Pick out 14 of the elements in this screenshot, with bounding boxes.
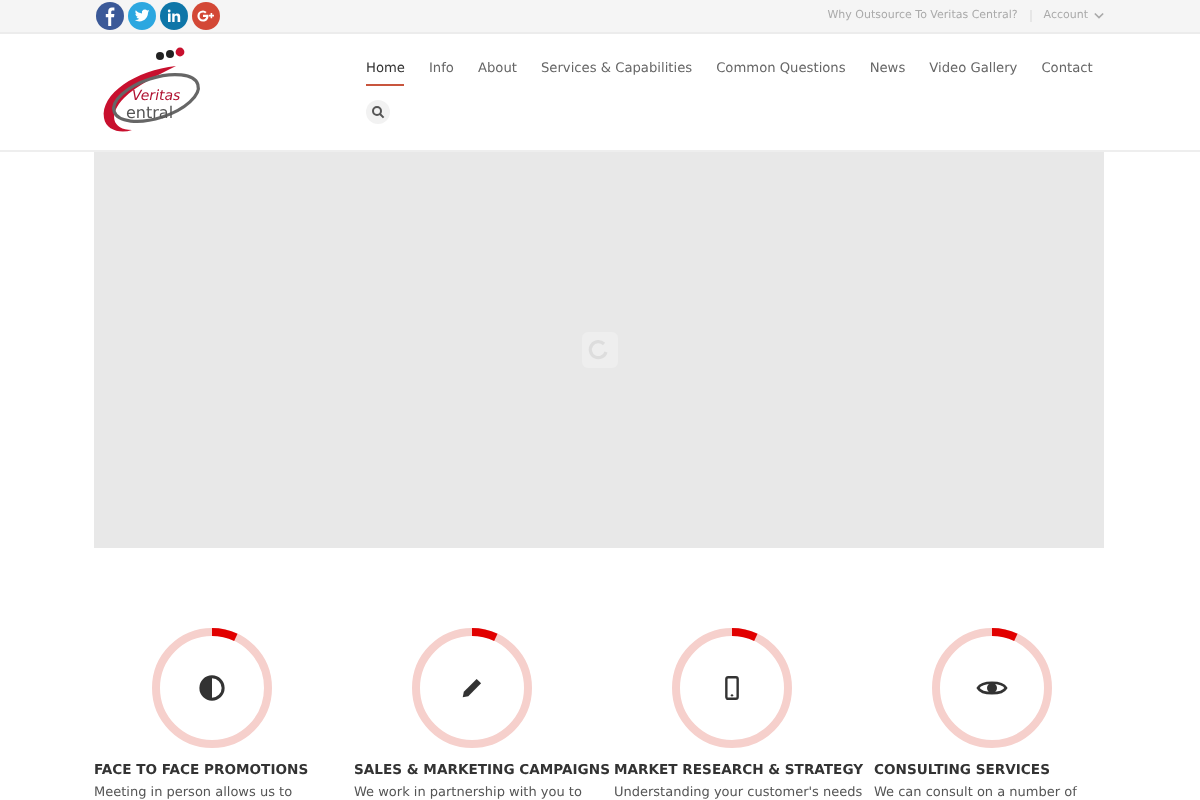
search-icon[interactable] bbox=[366, 100, 390, 124]
pencil-icon bbox=[459, 675, 485, 701]
phone-icon bbox=[725, 676, 739, 700]
progress-ring bbox=[928, 624, 1056, 752]
contrast-icon bbox=[199, 675, 225, 701]
progress-ring bbox=[408, 624, 536, 752]
caret-icon bbox=[1094, 12, 1104, 20]
google-plus-icon[interactable] bbox=[192, 2, 220, 30]
progress-ring bbox=[668, 624, 796, 752]
progress-ring bbox=[148, 624, 276, 752]
facebook-icon[interactable] bbox=[96, 2, 124, 30]
linkedin-icon[interactable] bbox=[160, 2, 188, 30]
logo-text: entral bbox=[126, 104, 174, 122]
eye-icon bbox=[976, 678, 1008, 698]
